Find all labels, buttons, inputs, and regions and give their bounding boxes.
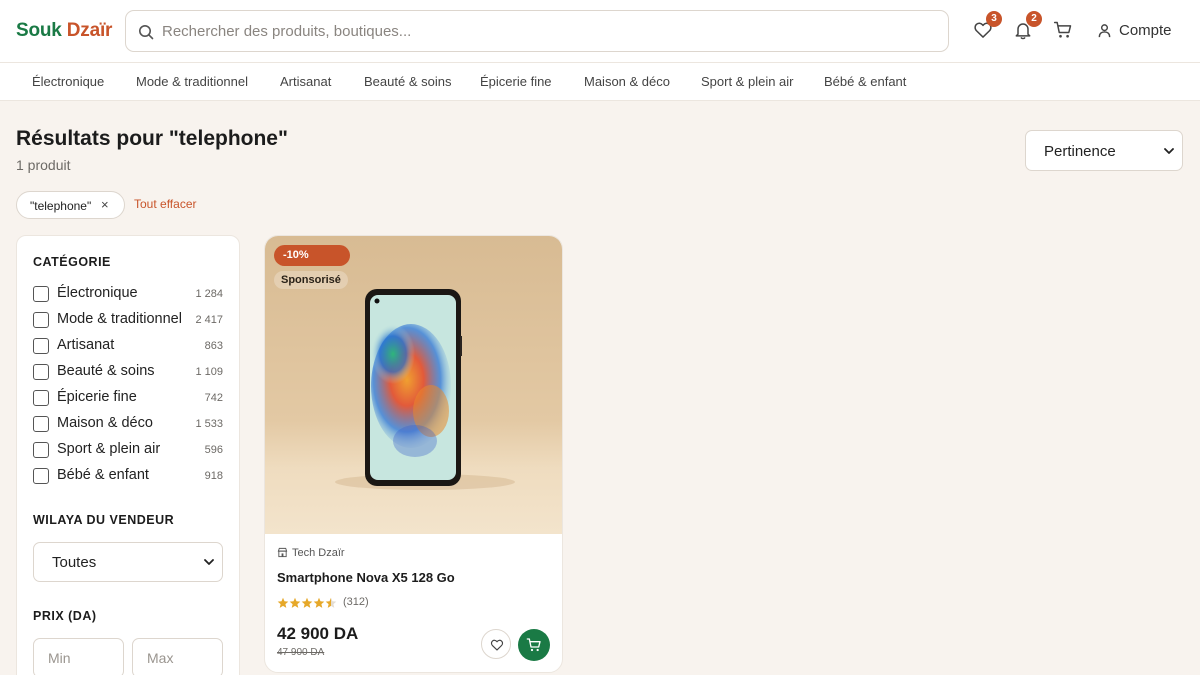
star-icon: [301, 597, 313, 608]
filter-label: Électronique: [57, 285, 138, 301]
results-title: Résultats pour "telephone": [16, 127, 288, 150]
chevron-down-icon: [1164, 148, 1174, 154]
nav-item-beaute[interactable]: Beauté & soins: [364, 74, 451, 89]
wishlist-button[interactable]: 3: [973, 11, 1002, 42]
sort-value: Pertinence: [1044, 143, 1116, 160]
filter-row-mode[interactable]: Mode & traditionnel 2 417: [33, 311, 223, 331]
star-icon: [289, 597, 301, 608]
star-icon: [277, 597, 289, 608]
filter-label: Artisanat: [57, 337, 115, 353]
results-count: 1 produit: [16, 157, 71, 173]
clear-all-link[interactable]: Tout effacer: [134, 197, 196, 211]
checkbox[interactable]: [33, 416, 49, 432]
notifications-badge: 2: [1026, 11, 1042, 27]
checkbox[interactable]: [33, 390, 49, 406]
filter-row-electronique[interactable]: Électronique 1 284: [33, 285, 223, 305]
chip-label: "telephone": [30, 199, 92, 213]
filter-count: 1 533: [195, 418, 223, 430]
store-icon: [277, 547, 288, 558]
cart-icon: [526, 638, 541, 652]
add-to-cart-button[interactable]: [518, 629, 550, 661]
chevron-down-icon: [204, 559, 214, 565]
category-filter-heading: CATÉGORIE: [33, 255, 111, 269]
checkbox[interactable]: [33, 338, 49, 354]
active-filter-chip: "telephone" ×: [16, 191, 125, 219]
filter-count: 863: [204, 340, 223, 352]
wilaya-value: Toutes: [52, 554, 97, 571]
filter-label: Bébé & enfant: [57, 467, 149, 483]
nav-item-epicerie[interactable]: Épicerie fine: [480, 74, 552, 89]
nav-item-bebe[interactable]: Bébé & enfant: [824, 74, 906, 89]
star-icon: [313, 597, 325, 608]
filter-count: 918: [204, 470, 223, 482]
nav-item-mode[interactable]: Mode & traditionnel: [136, 74, 248, 89]
cart-icon: [1053, 21, 1072, 38]
filter-row-artisanat[interactable]: Artisanat 863: [33, 337, 223, 357]
product-price: 42 900 DA: [277, 624, 359, 643]
wishlist-badge: 3: [986, 11, 1002, 27]
product-name[interactable]: Smartphone Nova X5 128 Go: [277, 570, 455, 585]
search-icon: [139, 25, 154, 40]
chip-remove-button[interactable]: ×: [101, 197, 109, 212]
sponsored-badge: Sponsorisé: [274, 271, 348, 289]
filter-count: 742: [204, 392, 223, 404]
product-old-price: 47 900 DA: [277, 647, 325, 658]
nav-item-artisanat[interactable]: Artisanat: [280, 74, 331, 89]
filter-label: Mode & traditionnel: [57, 311, 182, 327]
checkbox[interactable]: [33, 364, 49, 380]
price-min-input[interactable]: [33, 638, 124, 675]
filter-label: Beauté & soins: [57, 363, 155, 379]
user-icon: [1098, 24, 1111, 38]
brand-logo[interactable]: Souk Dzaïr: [16, 20, 112, 42]
filters-panel: CATÉGORIE Électronique 1 284 Mode & trad…: [16, 235, 240, 675]
checkbox[interactable]: [33, 468, 49, 484]
price-filter-heading: PRIX (DA): [33, 609, 97, 623]
sort-select[interactable]: Pertinence: [1025, 130, 1183, 171]
discount-badge: -10%: [274, 245, 350, 266]
cart-button[interactable]: [1053, 20, 1075, 42]
price-max-input[interactable]: [132, 638, 223, 675]
heart-icon: [490, 639, 504, 651]
filter-row-maison[interactable]: Maison & déco 1 533: [33, 415, 223, 435]
add-to-wishlist-button[interactable]: [481, 629, 511, 659]
nav-item-electronique[interactable]: Électronique: [32, 74, 104, 89]
shop-label: Tech Dzaïr: [292, 547, 345, 559]
nav-item-maison[interactable]: Maison & déco: [584, 74, 670, 89]
search-bar[interactable]: [125, 10, 949, 52]
notifications-button[interactable]: 2: [1013, 11, 1042, 42]
filter-count: 2 417: [195, 314, 223, 326]
filter-label: Sport & plein air: [57, 441, 161, 457]
filter-count: 1 284: [195, 288, 223, 300]
filter-row-epicerie[interactable]: Épicerie fine 742: [33, 389, 223, 409]
filter-row-sport[interactable]: Sport & plein air 596: [33, 441, 223, 461]
product-card[interactable]: -10% Sponsorisé Tech Dzaïr Smartphone No…: [264, 235, 563, 673]
filter-label: Maison & déco: [57, 415, 153, 431]
rating-stars: [277, 597, 337, 608]
checkbox[interactable]: [33, 312, 49, 328]
filter-row-beaute[interactable]: Beauté & soins 1 109: [33, 363, 223, 383]
checkbox[interactable]: [33, 286, 49, 302]
filter-label: Épicerie fine: [57, 389, 137, 405]
star-icon: [325, 597, 337, 608]
search-input[interactable]: [162, 11, 932, 51]
top-header: Souk Dzaïr 3 2 Compte: [0, 0, 1200, 63]
account-label: Compte: [1119, 22, 1172, 39]
filter-row-bebe[interactable]: Bébé & enfant 918: [33, 467, 223, 487]
category-nav: Électronique Mode & traditionnel Artisan…: [0, 63, 1200, 101]
review-count: (312): [343, 596, 369, 608]
brand-logo-part1: Souk: [16, 20, 62, 41]
brand-logo-part2: Dzaïr: [66, 20, 113, 41]
checkbox[interactable]: [33, 442, 49, 458]
nav-item-sport[interactable]: Sport & plein air: [701, 74, 794, 89]
filter-count: 1 109: [195, 366, 223, 378]
wilaya-select[interactable]: Toutes: [33, 542, 223, 582]
wilaya-filter-heading: WILAYA DU VENDEUR: [33, 513, 175, 527]
filter-count: 596: [204, 444, 223, 456]
